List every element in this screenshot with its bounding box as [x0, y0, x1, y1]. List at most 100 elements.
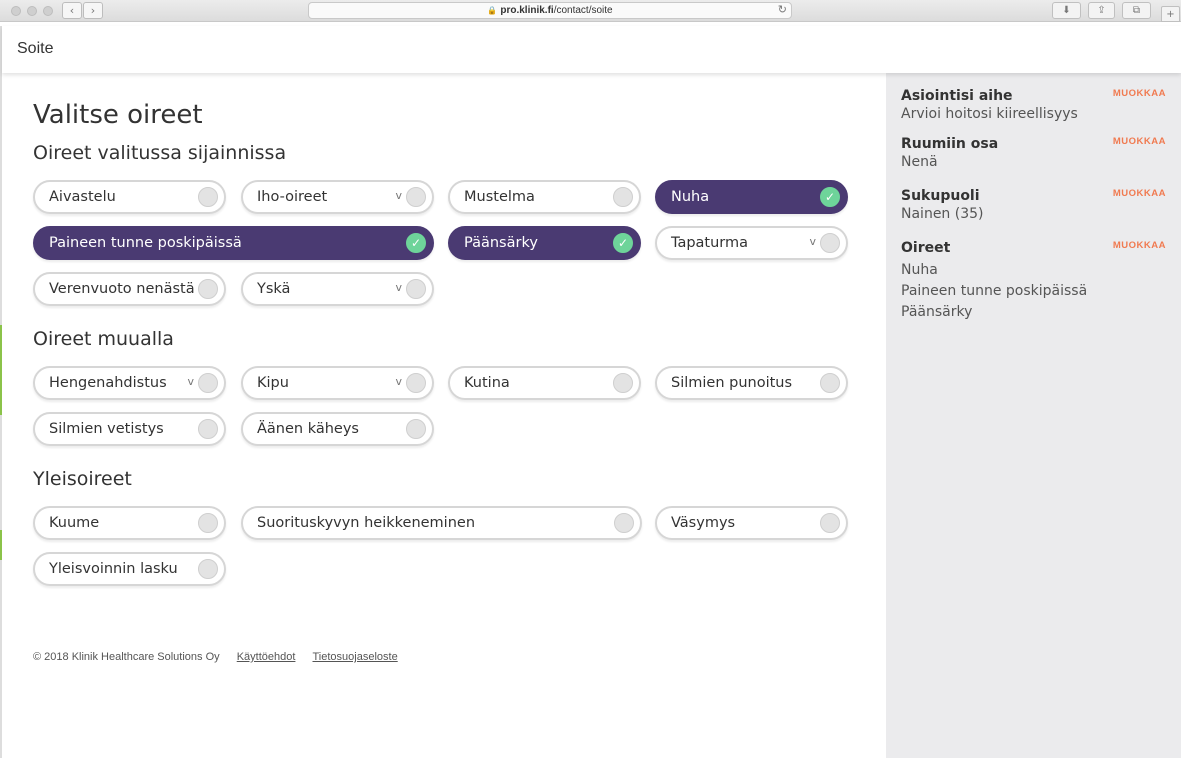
- symptom-toggle[interactable]: Aivastelu: [33, 180, 226, 214]
- symptom-toggle[interactable]: Nuha ✓: [655, 180, 848, 214]
- main-content: Valitse oireet Oireet valitussa sijainni…: [2, 73, 886, 758]
- copyright: © 2018 Klinik Healthcare Solutions Oy: [33, 651, 220, 663]
- summary-body-part: Ruumiin osa Nenä MUOKKAA: [901, 136, 1166, 172]
- symptom-label: Paineen tunne poskipäissä: [49, 235, 242, 251]
- symptom-label: Suorituskyvyn heikkeneminen: [257, 515, 476, 531]
- chevron-down-icon[interactable]: v: [809, 235, 816, 248]
- unchecked-circle-icon: [198, 559, 218, 579]
- symptom-toggle[interactable]: Yleisvoinnin lasku: [33, 552, 226, 586]
- unchecked-circle-icon: [820, 373, 840, 393]
- section-title: Oireet muualla: [33, 328, 174, 350]
- symptom-label: Äänen käheys: [257, 421, 359, 437]
- symptom-toggle[interactable]: Mustelma: [448, 180, 641, 214]
- tabs-overview-icon[interactable]: ⧉: [1122, 2, 1151, 19]
- address-bar[interactable]: 🔒 pro.klinik.fi/contact/soite ↻: [308, 2, 792, 19]
- unchecked-circle-icon: [613, 373, 633, 393]
- symptom-label: Yskä: [257, 281, 291, 297]
- summary-topic: Asiointisi aihe Arvioi hoitosi kiireelli…: [901, 88, 1166, 124]
- unchecked-circle-icon: [198, 419, 218, 439]
- symptom-label: Kipu: [257, 375, 289, 391]
- symptom-toggle[interactable]: Silmien punoitus: [655, 366, 848, 400]
- symptom-label: Silmien vetistys: [49, 421, 164, 437]
- summary-value: Nenä: [901, 154, 938, 170]
- symptom-toggle[interactable]: Väsymys: [655, 506, 848, 540]
- symptom-label: Yleisvoinnin lasku: [49, 561, 178, 577]
- section-title: Yleisoireet: [33, 468, 132, 490]
- close-window-button[interactable]: [11, 6, 21, 16]
- summary-symptoms: Oireet Nuha Paineen tunne poskipäissä Pä…: [901, 240, 1166, 323]
- symptom-label: Kuume: [49, 515, 100, 531]
- symptom-toggle[interactable]: Äänen käheys: [241, 412, 434, 446]
- summary-sidebar: Asiointisi aihe Arvioi hoitosi kiireelli…: [886, 73, 1181, 758]
- section-title: Oireet valitussa sijainnissa: [33, 142, 287, 164]
- symptom-toggle[interactable]: Tapaturma v: [655, 226, 848, 260]
- chevron-down-icon[interactable]: v: [187, 375, 194, 388]
- back-button[interactable]: ‹: [62, 2, 82, 19]
- unchecked-circle-icon: [406, 279, 426, 299]
- forward-button[interactable]: ›: [83, 2, 103, 19]
- symptom-toggle[interactable]: Paineen tunne poskipäissä ✓: [33, 226, 434, 260]
- unchecked-circle-icon: [406, 187, 426, 207]
- symptom-label: Iho-oireet: [257, 189, 328, 205]
- symptom-toggle[interactable]: Yskä v: [241, 272, 434, 306]
- symptom-label: Nuha: [671, 189, 710, 205]
- unchecked-circle-icon: [820, 513, 840, 533]
- browser-toolbar: ‹ › 🔒 pro.klinik.fi/contact/soite ↻ ⬇ ⇪ ⧉…: [0, 0, 1181, 22]
- unchecked-circle-icon: [820, 233, 840, 253]
- url-path: /contact/soite: [553, 5, 613, 16]
- unchecked-circle-icon: [198, 279, 218, 299]
- symptom-label: Aivastelu: [49, 189, 116, 205]
- terms-link[interactable]: Käyttöehdot: [237, 651, 296, 663]
- symptom-label: Hengenahdistus: [49, 375, 167, 391]
- checkmark-icon: ✓: [613, 233, 633, 253]
- new-tab-button[interactable]: +: [1161, 6, 1180, 22]
- summary-value: Paineen tunne poskipäissä: [901, 283, 1088, 299]
- unchecked-circle-icon: [614, 513, 634, 533]
- unchecked-circle-icon: [198, 513, 218, 533]
- symptom-toggle[interactable]: Kuume: [33, 506, 226, 540]
- edit-topic-link[interactable]: MUOKKAA: [1113, 88, 1166, 99]
- symptom-label: Mustelma: [464, 189, 535, 205]
- checkmark-icon: ✓: [820, 187, 840, 207]
- unchecked-circle-icon: [406, 419, 426, 439]
- minimize-window-button[interactable]: [27, 6, 37, 16]
- symptom-toggle[interactable]: Suorituskyvyn heikkeneminen: [241, 506, 642, 540]
- symptom-label: Tapaturma: [671, 235, 749, 251]
- symptom-label: Silmien punoitus: [671, 375, 793, 391]
- symptom-toggle[interactable]: Hengenahdistus v: [33, 366, 226, 400]
- edit-body-part-link[interactable]: MUOKKAA: [1113, 136, 1166, 147]
- unchecked-circle-icon: [198, 187, 218, 207]
- edit-symptoms-link[interactable]: MUOKKAA: [1113, 240, 1166, 251]
- share-icon[interactable]: ⇪: [1088, 2, 1115, 19]
- summary-value: Arvioi hoitosi kiireellisyys: [901, 106, 1078, 122]
- chevron-down-icon[interactable]: v: [395, 281, 402, 294]
- summary-value: Nainen (35): [901, 206, 984, 222]
- summary-value: Päänsärky: [901, 304, 973, 320]
- unchecked-circle-icon: [406, 373, 426, 393]
- symptom-label: Päänsärky: [464, 235, 538, 251]
- downloads-icon[interactable]: ⬇: [1052, 2, 1081, 19]
- footer: © 2018 Klinik Healthcare Solutions Oy Kä…: [33, 651, 398, 663]
- url-domain: pro.klinik.fi: [500, 5, 554, 16]
- symptom-toggle[interactable]: Kipu v: [241, 366, 434, 400]
- symptom-toggle[interactable]: Silmien vetistys: [33, 412, 226, 446]
- symptom-toggle[interactable]: Iho-oireet v: [241, 180, 434, 214]
- reload-icon[interactable]: ↻: [778, 3, 787, 18]
- app-title: Soite: [17, 40, 54, 57]
- symptom-label: Kutina: [464, 375, 510, 391]
- summary-value: Nuha: [901, 262, 938, 278]
- unchecked-circle-icon: [613, 187, 633, 207]
- symptom-toggle[interactable]: Verenvuoto nenästä: [33, 272, 226, 306]
- symptom-toggle[interactable]: Kutina: [448, 366, 641, 400]
- privacy-link[interactable]: Tietosuojaseloste: [313, 651, 398, 663]
- chevron-down-icon[interactable]: v: [395, 189, 402, 202]
- unchecked-circle-icon: [198, 373, 218, 393]
- lock-icon: 🔒: [487, 6, 498, 15]
- zoom-window-button[interactable]: [43, 6, 53, 16]
- checkmark-icon: ✓: [406, 233, 426, 253]
- symptom-toggle[interactable]: Päänsärky ✓: [448, 226, 641, 260]
- symptom-label: Väsymys: [671, 515, 736, 531]
- edit-gender-link[interactable]: MUOKKAA: [1113, 188, 1166, 199]
- page-title: Valitse oireet: [33, 100, 203, 130]
- chevron-down-icon[interactable]: v: [395, 375, 402, 388]
